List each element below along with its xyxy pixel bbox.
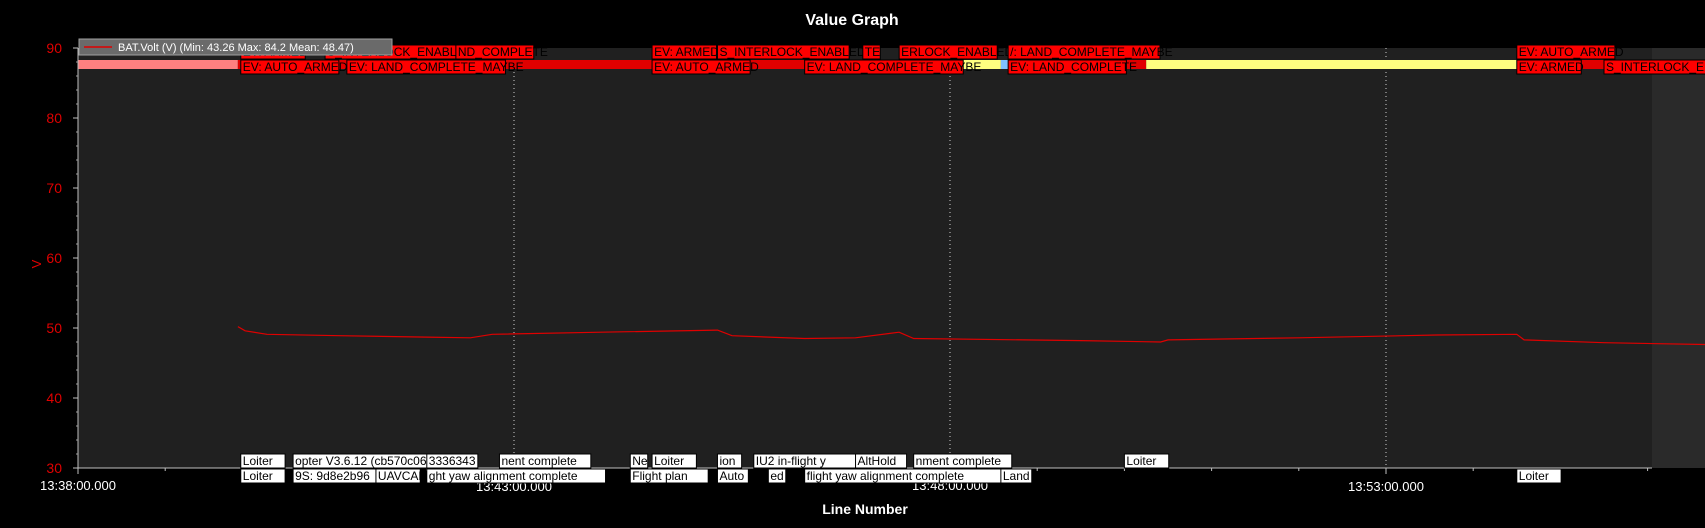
message-label[interactable]: ed [767,468,787,484]
event-label[interactable]: EV: AUTO_ARMED [1516,44,1624,60]
event-label[interactable]: ERLOCK_ENABLED [898,44,1014,60]
y-tick-label: 80 [46,110,62,126]
chart-title: Value Graph [805,12,898,29]
message-label-text: Loiter [654,454,684,468]
message-label[interactable]: Auto [716,468,749,484]
y-tick-label: 90 [46,40,62,56]
message-label[interactable]: nent complete [498,453,592,469]
message-label[interactable]: Loiter [1123,453,1170,469]
event-label[interactable]: EV: ARMED [651,44,719,60]
message-label-text: Loiter [1126,454,1156,468]
event-label-text: EV: LAND_COMPLETE_MAYBE [349,60,524,74]
event-label-text: TE [865,45,880,59]
event-label-text: S_INTERLOCK_ENABLED [1606,60,1705,74]
message-label[interactable]: Flight plan [629,468,709,484]
message-label-text: ght yaw alignment complete [429,469,578,483]
message-label-text: UAVCAN [378,469,427,483]
message-label-text: 9S: 9d8e2b96 [295,469,370,483]
y-tick-label: 70 [46,180,62,196]
message-label-text: opter V3.6.12 (cb570c06) [295,454,430,468]
y-tick-label: 30 [46,460,62,476]
event-label[interactable]: EV: LAND_COMPLETE_MAYBE [804,59,982,75]
event-label-text: S_INTERLOCK_ENABLED [719,45,865,59]
event-label-text: EV: LAND_COMPLETE_MAYBE [807,60,982,74]
event-label[interactable]: TE [862,44,881,60]
y-tick-label: 50 [46,320,62,336]
x-tick-label: 13:38:00.000 [40,478,116,493]
mode-band [1146,60,1517,69]
legend-entry: BAT.Volt (V) (Min: 43.26 Max: 84.2 Mean:… [118,42,354,54]
message-label-text: nment complete [916,454,1002,468]
message-label[interactable]: Loiter [1516,468,1562,484]
event-label-text: EV: LAND_COMPLETE [1010,60,1137,74]
message-label[interactable]: 9S: 9d8e2b96 [292,468,379,484]
message-label-text: Loiter [1519,469,1549,483]
mode-band [78,60,238,69]
plot-right-margin [1652,48,1705,468]
message-label-text: Loiter [243,454,273,468]
message-label-text: Land [1003,469,1030,483]
x-axis-label: Line Number [822,501,908,517]
message-label-text: Loiter [243,469,273,483]
message-label-text: Flight plan [632,469,687,483]
message-label[interactable]: Loiter [240,468,286,484]
event-label-text: /: LAND_COMPLETE_MAYBE [1010,45,1172,59]
message-label[interactable]: UAVCAN [375,468,427,484]
event-label-text: EV: ARMED [654,45,719,59]
event-label[interactable]: EV: LAND_COMPLETE [1007,59,1137,75]
y-tick-label: 40 [46,390,62,406]
message-label-text: flight yaw alignment complete [807,469,965,483]
message-label-text: Ne [632,454,648,468]
mode-band [1000,60,1009,69]
event-label[interactable]: ND_COMPLETE [455,44,548,60]
event-label[interactable]: S_INTERLOCK_ENABLED [1603,59,1705,75]
message-label[interactable]: Loiter [240,453,286,469]
x-tick-label: 13:53:00.000 [1348,479,1424,494]
message-label[interactable]: ion [716,453,743,469]
y-tick-label: 60 [46,250,62,266]
message-label[interactable]: ght yaw alignment complete [426,468,607,484]
message-label-text: Auto [719,469,744,483]
legend[interactable]: BAT.Volt (V) (Min: 43.26 Max: 84.2 Mean:… [78,38,393,56]
message-label[interactable]: nment complete [913,453,1013,469]
event-label[interactable]: EV: AUTO_ARMED [240,59,348,75]
event-label-text: ND_COMPLETE [458,45,548,59]
message-label[interactable]: AltHold [855,453,908,469]
message-label[interactable]: IU2 in-flight y [753,453,860,469]
message-label-text: ion [719,454,735,468]
message-label[interactable]: Land [1000,468,1033,484]
message-label[interactable]: flight yaw alignment complete [804,468,1005,484]
event-label[interactable]: S_INTERLOCK_ENABLED [716,44,866,60]
event-label-text: EV: AUTO_ARMED [243,60,348,74]
message-label-text: nent complete [501,454,577,468]
event-label[interactable]: EV: ARMED [1516,59,1584,75]
message-label-text: ed [770,469,783,483]
event-label-text: EV: AUTO_ARMED [1519,45,1624,59]
message-label-text: 3336343 [429,454,476,468]
message-label-text: IU2 in-flight y [756,454,826,468]
message-label[interactable]: 3336343 [426,453,479,469]
plot-area[interactable] [78,48,1652,468]
event-label-text: EV: AUTO_ARMED [654,60,759,74]
event-label[interactable]: EV: AUTO_ARMED [651,59,759,75]
message-label-text: AltHold [858,454,897,468]
event-label-text: ERLOCK_ENABLED [901,45,1013,59]
event-label[interactable]: EV: LAND_COMPLETE_MAYBE [346,59,524,75]
event-label-text: EV: ARMED [1519,60,1584,74]
value-graph-chart: Value Graph Line Number V 30 40 50 60 70 80 90… [0,0,1705,528]
message-label[interactable]: Ne [629,453,649,469]
y-axis-label: V [29,259,44,268]
event-label[interactable]: /: LAND_COMPLETE_MAYBE [1007,44,1173,60]
message-label[interactable]: Loiter [651,453,697,469]
